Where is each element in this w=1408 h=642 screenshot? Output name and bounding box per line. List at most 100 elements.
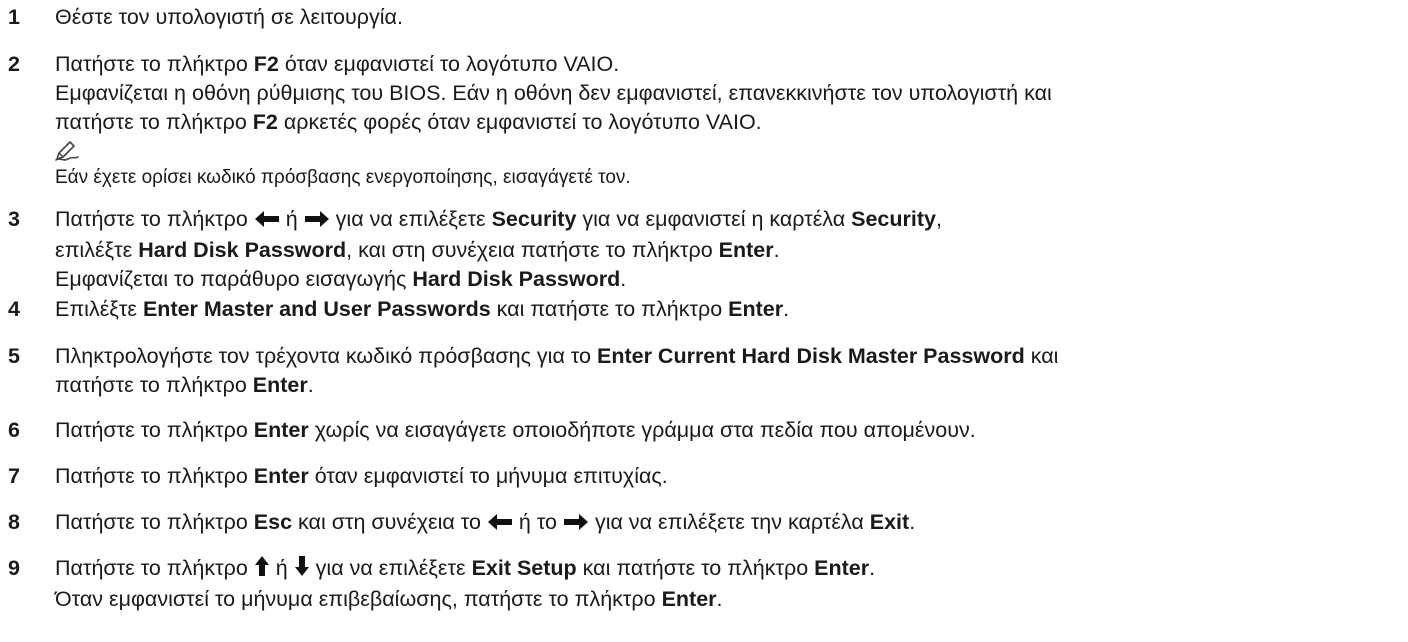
step-number: 2 — [8, 52, 20, 76]
text-run: Πατήστε το πλήκτρο — [55, 207, 254, 231]
step-line: Πατήστε το πλήκτρο ή για να επιλέξετε Se… — [55, 205, 1400, 236]
bold-term: Enter — [253, 418, 309, 442]
text-run: Εμφανίζεται η οθόνη ρύθμισης του BIOS. Ε… — [55, 81, 1052, 105]
step-line: πατήστε το πλήκτρο F2 αρκετές φορές όταν… — [55, 108, 1400, 137]
bold-term: Security — [851, 207, 936, 231]
text-run: όταν εμφανιστεί το μήνυμα επιτυχίας. — [308, 464, 668, 488]
step-line: Πατήστε το πλήκτρο F2 όταν εμφανιστεί το… — [55, 50, 1400, 79]
text-run: για να επιλέξετε την καρτέλα — [588, 510, 870, 534]
bold-term: Exit Setup — [471, 556, 577, 580]
text-run: Θέστε τον υπολογιστή σε λειτουργία. — [55, 5, 403, 29]
text-run: για να εμφανιστεί η καρτέλα — [576, 207, 852, 231]
step-line: πατήστε το πλήκτρο Enter. — [55, 371, 1400, 400]
bold-term: Enter Master and User Passwords — [142, 297, 491, 321]
text-run: πατήστε το πλήκτρο — [55, 110, 253, 134]
step-text: Πατήστε το πλήκτρο Enter χωρίς να εισαγά… — [55, 416, 1400, 445]
bold-term: Security — [491, 207, 577, 231]
step-8: 8 Πατήστε το πλήκτρο Esc και στη συνέχει… — [0, 508, 1400, 539]
text-run: και στη συνέχεια το — [292, 510, 487, 534]
step-number: 1 — [8, 5, 20, 29]
step-line: Πατήστε το πλήκτρο Enter χωρίς να εισαγά… — [55, 416, 1400, 445]
note-text: Εάν έχετε ορίσει κωδικό πρόσβασης ενεργο… — [55, 167, 631, 188]
text-run: . — [783, 297, 790, 321]
bold-term: Exit — [869, 510, 910, 534]
bold-term: Hard Disk Password — [412, 267, 621, 291]
left-arrow-icon — [487, 510, 513, 539]
right-arrow-icon — [304, 207, 330, 236]
step-line: Εμφανίζεται το παράθυρο εισαγωγής Hard D… — [55, 265, 1400, 294]
text-run: ή — [279, 207, 304, 231]
text-run: Όταν εμφανιστεί το μήνυμα επιβεβαίωσης, … — [55, 587, 662, 611]
text-run: Πατήστε το πλήκτρο — [55, 510, 254, 534]
step-line: Όταν εμφανιστεί το μήνυμα επιβεβαίωσης, … — [55, 585, 1400, 614]
text-run: Πατήστε το πλήκτρο — [55, 418, 254, 442]
text-run: ή το — [512, 510, 563, 534]
down-arrow-icon — [294, 555, 310, 585]
text-run: και πατήστε το πλήκτρο — [490, 297, 729, 321]
step-line: Θέστε τον υπολογιστή σε λειτουργία. — [55, 3, 1400, 32]
text-run: χωρίς να εισαγάγετε οποιοδήποτε γράμμα σ… — [308, 418, 976, 442]
bold-term: Enter Current Hard Disk Master Password — [596, 344, 1025, 368]
left-arrow-icon — [254, 207, 280, 236]
step-text: Πατήστε το πλήκτρο ή για να επιλέξετε Se… — [55, 205, 1400, 294]
step-1: 1 Θέστε τον υπολογιστή σε λειτουργία. — [0, 3, 1400, 32]
bold-term: Enter — [661, 587, 717, 611]
bold-term: Esc — [253, 510, 293, 534]
step-3: 3 Πατήστε το πλήκτρο ή για να επιλέξετε … — [0, 205, 1400, 294]
bold-term: Hard Disk Password — [138, 238, 347, 262]
text-run: , — [935, 207, 942, 231]
text-run: επιλέξτε — [55, 238, 139, 262]
step-text: Πατήστε το πλήκτρο Esc και στη συνέχεια … — [55, 508, 1400, 539]
step-text: Πατήστε το πλήκτρο ή για να επιλέξετε Ex… — [55, 554, 1400, 614]
text-run: . — [869, 556, 876, 580]
step-number: 8 — [8, 510, 20, 534]
pencil-note-icon — [55, 140, 79, 162]
step-text: Πατήστε το πλήκτρο Enter όταν εμφανιστεί… — [55, 462, 1400, 491]
step-7: 7 Πατήστε το πλήκτρο Enter όταν εμφανιστ… — [0, 462, 1400, 491]
text-run: και — [1024, 344, 1059, 368]
text-run: Εμφανίζεται το παράθυρο εισαγωγής — [55, 267, 413, 291]
text-run: Πατήστε το πλήκτρο — [55, 556, 254, 580]
text-run: πατήστε το πλήκτρο — [55, 373, 253, 397]
note: Εάν έχετε ορίσει κωδικό πρόσβασης ενεργο… — [55, 140, 631, 191]
step-line: Πατήστε το πλήκτρο Enter όταν εμφανιστεί… — [55, 462, 1400, 491]
step-number: 3 — [8, 207, 20, 231]
text-run: αρκετές φορές όταν εμφανιστεί το λογότυπ… — [277, 110, 762, 134]
step-line: Πληκτρολογήστε τον τρέχοντα κωδικό πρόσβ… — [55, 342, 1400, 371]
text-run: Πατήστε το πλήκτρο — [55, 464, 254, 488]
text-run: για να επιλέξετε — [329, 207, 492, 231]
text-run: Πληκτρολογήστε τον τρέχοντα κωδικό πρόσβ… — [55, 344, 597, 368]
bold-term: Enter — [728, 297, 784, 321]
step-9: 9 Πατήστε το πλήκτρο ή για να επιλέξετε … — [0, 554, 1400, 614]
text-run: . — [307, 373, 314, 397]
text-run: . — [716, 587, 723, 611]
step-number: 5 — [8, 344, 20, 368]
text-run: όταν εμφανιστεί το λογότυπο VAIO. — [278, 52, 620, 76]
step-text: Θέστε τον υπολογιστή σε λειτουργία. — [55, 3, 1400, 32]
bold-term: Enter — [252, 373, 308, 397]
right-arrow-icon — [563, 510, 589, 539]
bold-term: Enter — [253, 464, 309, 488]
step-line: Επιλέξτε Enter Master and User Passwords… — [55, 295, 1400, 324]
text-run: . — [773, 238, 780, 262]
step-line: Πατήστε το πλήκτρο Esc και στη συνέχεια … — [55, 508, 1400, 539]
step-number: 7 — [8, 464, 20, 488]
step-2: 2 Πατήστε το πλήκτρο F2 όταν εμφανιστεί … — [0, 50, 1400, 137]
step-number: 6 — [8, 418, 20, 442]
bold-term: F2 — [253, 52, 279, 76]
text-run: Πατήστε το πλήκτρο — [55, 52, 254, 76]
step-number: 4 — [8, 297, 20, 321]
step-4: 4 Επιλέξτε Enter Master and User Passwor… — [0, 295, 1400, 324]
step-text: Επιλέξτε Enter Master and User Passwords… — [55, 295, 1400, 324]
step-line: επιλέξτε Hard Disk Password, και στη συν… — [55, 236, 1400, 265]
text-run: για να επιλέξετε — [309, 556, 472, 580]
text-run: , και στη συνέχεια πατήστε το πλήκτρο — [346, 238, 719, 262]
text-run: και πατήστε το πλήκτρο — [576, 556, 815, 580]
text-run: ή — [269, 556, 294, 580]
step-text: Πληκτρολογήστε τον τρέχοντα κωδικό πρόσβ… — [55, 342, 1400, 400]
text-run: . — [909, 510, 916, 534]
step-line: Εμφανίζεται η οθόνη ρύθμισης του BIOS. Ε… — [55, 79, 1400, 108]
up-arrow-icon — [254, 555, 270, 585]
bold-term: Enter — [718, 238, 774, 262]
step-number: 9 — [8, 556, 20, 580]
